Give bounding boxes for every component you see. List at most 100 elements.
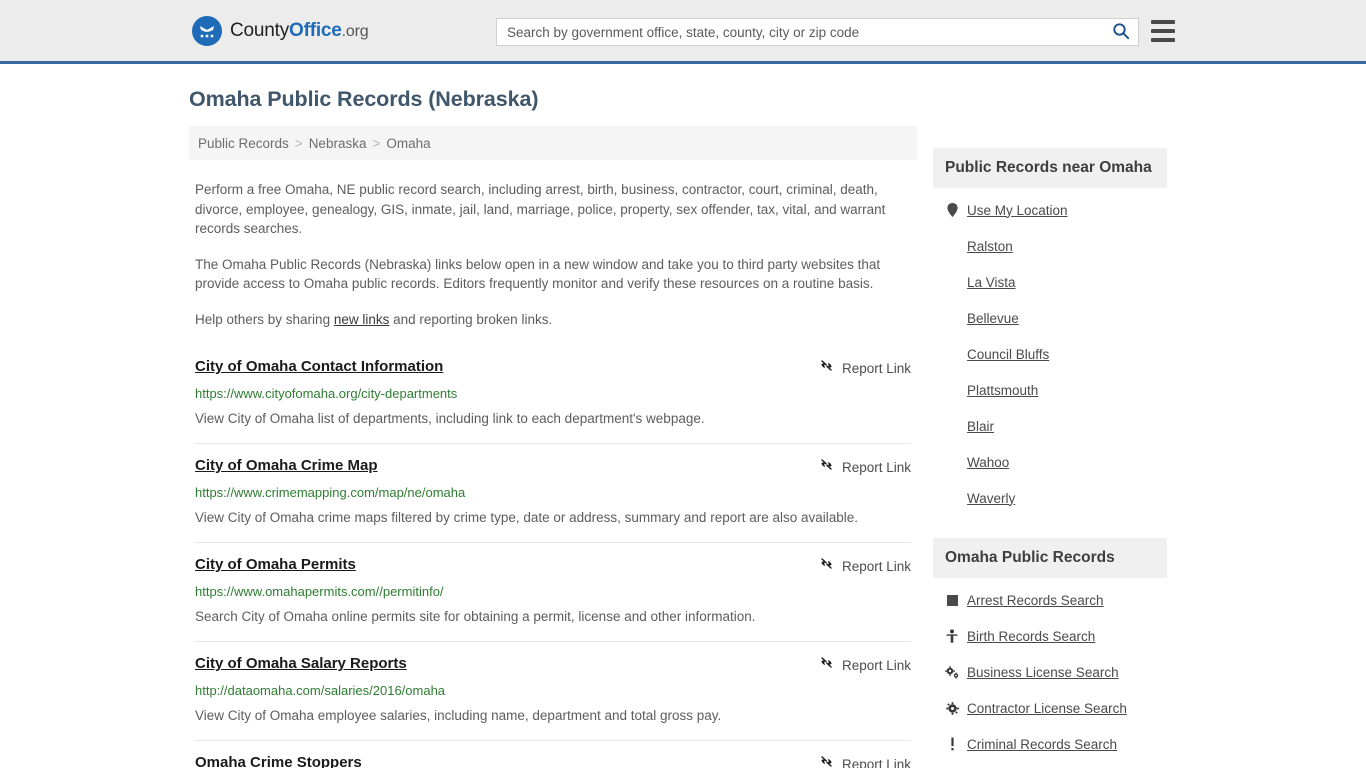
sidebar-nearby-list: Use My Location Ralston La Vista Bellevue Co… xyxy=(933,188,1167,516)
record-link-item: City of Omaha Salary Reports Report Link h… xyxy=(195,641,911,740)
sidebar-nearby-link[interactable]: Waverly xyxy=(967,491,1015,506)
sidebar-record-link[interactable]: Birth Records Search xyxy=(967,629,1095,644)
sidebar-nearby-link[interactable]: La Vista xyxy=(967,275,1016,290)
record-link-header: City of Omaha Contact Information Report … xyxy=(195,357,911,378)
record-link-url: https://www.cityofomaha.org/city-departm… xyxy=(195,386,458,401)
record-link-item: City of Omaha Contact Information Report … xyxy=(195,351,911,443)
hamburger-menu-icon[interactable] xyxy=(1151,20,1175,42)
brand-part-office: Office xyxy=(289,19,342,41)
record-link-header: City of Omaha Permits Report Link xyxy=(195,555,911,576)
record-link-item: City of Omaha Permits Report Link https://… xyxy=(195,542,911,641)
report-link-button[interactable]: Report Link xyxy=(819,754,911,768)
map-pin-icon xyxy=(945,203,959,217)
sidebar-nearby-item: Plattsmouth xyxy=(945,372,1167,408)
gear-icon xyxy=(945,701,959,715)
new-links-link[interactable]: new links xyxy=(334,312,390,327)
record-link-description: Search City of Omaha online permits site… xyxy=(195,609,756,624)
report-link-label: Report Link xyxy=(841,558,911,574)
exclamation-icon xyxy=(945,737,959,751)
brand-part-tld: .org xyxy=(341,22,369,40)
intro-p3-after: and reporting broken links. xyxy=(389,311,553,327)
sidebar-record-item: Birth Records Search xyxy=(945,618,1167,654)
site-logo[interactable]: CountyOffice.org xyxy=(192,15,369,46)
square-icon xyxy=(945,594,959,606)
intro-p3-before: Help others by sharing xyxy=(195,311,334,327)
intro-paragraph-1: Perform a free Omaha, NE public record s… xyxy=(195,182,886,236)
hamburger-bar xyxy=(1151,38,1175,42)
sidebar-nearby-title: Public Records near Omaha xyxy=(933,148,1167,188)
hamburger-bar xyxy=(1151,29,1175,33)
record-link-title[interactable]: City of Omaha Salary Reports xyxy=(195,654,407,673)
sidebar-record-item: Contractor License Search xyxy=(945,690,1167,726)
report-link-label: Report Link xyxy=(841,657,911,673)
broken-chain-icon xyxy=(819,457,834,477)
sidebar-nearby-item: Waverly xyxy=(945,480,1167,516)
record-link-item: City of Omaha Crime Map Report Link https:… xyxy=(195,443,911,542)
sidebar-records-box: Omaha Public Records Arrest Records Sear… xyxy=(933,538,1167,768)
report-link-button[interactable]: Report Link xyxy=(819,358,911,378)
record-link-url: https://www.omahapermits.com//permitinfo… xyxy=(195,584,444,599)
record-link-url: http://dataomaha.com/salaries/2016/omaha xyxy=(195,683,446,698)
sidebar-nearby-link[interactable]: Plattsmouth xyxy=(967,383,1038,398)
eagle-shield-logo-icon xyxy=(192,15,222,46)
sidebar-records-list: Arrest Records Search Birth Records Searc… xyxy=(933,578,1167,768)
sidebar-nearby-item: Ralston xyxy=(945,228,1167,264)
record-link-description: View City of Omaha list of departments, … xyxy=(195,411,705,426)
sidebar-nearby-link[interactable]: Bellevue xyxy=(967,311,1019,326)
record-link-header: City of Omaha Crime Map Report Link xyxy=(195,456,911,477)
search-button[interactable] xyxy=(1104,19,1138,45)
search-bar[interactable] xyxy=(496,18,1139,46)
sidebar-nearby-link[interactable]: Council Bluffs xyxy=(967,347,1049,362)
record-link-title[interactable]: Omaha Crime Stoppers xyxy=(195,753,362,768)
record-link-description: View City of Omaha employee salaries, in… xyxy=(195,708,722,723)
broken-chain-icon xyxy=(819,754,834,768)
record-link-title[interactable]: City of Omaha Permits xyxy=(195,555,356,574)
hamburger-bar xyxy=(1151,20,1175,24)
search-input[interactable] xyxy=(497,19,1104,45)
sidebar-nearby-link[interactable]: Wahoo xyxy=(967,455,1009,470)
content-row: Public Records > Nebraska > Omaha Perfor… xyxy=(189,126,1177,768)
report-link-label: Report Link xyxy=(841,360,911,376)
page-body: Omaha Public Records (Nebraska) Public R… xyxy=(0,87,1366,768)
breadcrumb-separator: > xyxy=(372,135,381,151)
report-link-button[interactable]: Report Link xyxy=(819,457,911,477)
content-container: Omaha Public Records (Nebraska) Public R… xyxy=(189,87,1177,768)
cogs-icon xyxy=(945,665,959,679)
sidebar-nearby-item: Wahoo xyxy=(945,444,1167,480)
record-link-item: Omaha Crime StoppersReport Linkhttp://ww… xyxy=(195,740,911,768)
intro-section: Perform a free Omaha, NE public record s… xyxy=(189,180,917,329)
sidebar-nearby-link[interactable]: Blair xyxy=(967,419,994,434)
broken-chain-icon xyxy=(819,556,834,576)
sidebar-record-link[interactable]: Business License Search xyxy=(967,665,1119,680)
sidebar-nearby-item: Blair xyxy=(945,408,1167,444)
search-icon xyxy=(1112,22,1130,43)
sidebar-record-link[interactable]: Arrest Records Search xyxy=(967,593,1104,608)
sidebar-record-item: Arrest Records Search xyxy=(945,582,1167,618)
sidebar-record-link[interactable]: Criminal Records Search xyxy=(967,737,1117,752)
sidebar-record-link[interactable]: Contractor License Search xyxy=(967,701,1127,716)
records-link-list: City of Omaha Contact Information Report … xyxy=(189,351,917,768)
record-link-header: City of Omaha Salary Reports Report Link xyxy=(195,654,911,675)
report-link-button[interactable]: Report Link xyxy=(819,556,911,576)
breadcrumb-item-public-records[interactable]: Public Records xyxy=(198,136,289,151)
report-link-button[interactable]: Report Link xyxy=(819,655,911,675)
breadcrumb-item-nebraska[interactable]: Nebraska xyxy=(309,136,367,151)
sidebar-record-item: Death Records Search xyxy=(945,762,1167,768)
sidebar-nearby-link[interactable]: Use My Location xyxy=(967,203,1068,218)
sidebar-records-title: Omaha Public Records xyxy=(933,538,1167,578)
broken-chain-icon xyxy=(819,358,834,378)
site-header: CountyOffice.org xyxy=(0,0,1366,64)
breadcrumb: Public Records > Nebraska > Omaha xyxy=(189,126,917,160)
broken-chain-icon xyxy=(819,655,834,675)
sidebar-nearby-item: Council Bluffs xyxy=(945,336,1167,372)
sidebar-nearby-link[interactable]: Ralston xyxy=(967,239,1013,254)
record-link-title[interactable]: City of Omaha Crime Map xyxy=(195,456,378,475)
breadcrumb-item-omaha[interactable]: Omaha xyxy=(386,136,430,151)
record-link-title[interactable]: City of Omaha Contact Information xyxy=(195,357,443,376)
main-column: Public Records > Nebraska > Omaha Perfor… xyxy=(189,126,917,768)
record-link-header: Omaha Crime Stoppers Report Link xyxy=(195,753,911,768)
sidebar-nearby-item: Bellevue xyxy=(945,300,1167,336)
record-link-url: https://www.crimemapping.com/map/ne/omah… xyxy=(195,485,466,500)
brand-part-county: County xyxy=(230,19,290,41)
report-link-label: Report Link xyxy=(841,756,911,768)
